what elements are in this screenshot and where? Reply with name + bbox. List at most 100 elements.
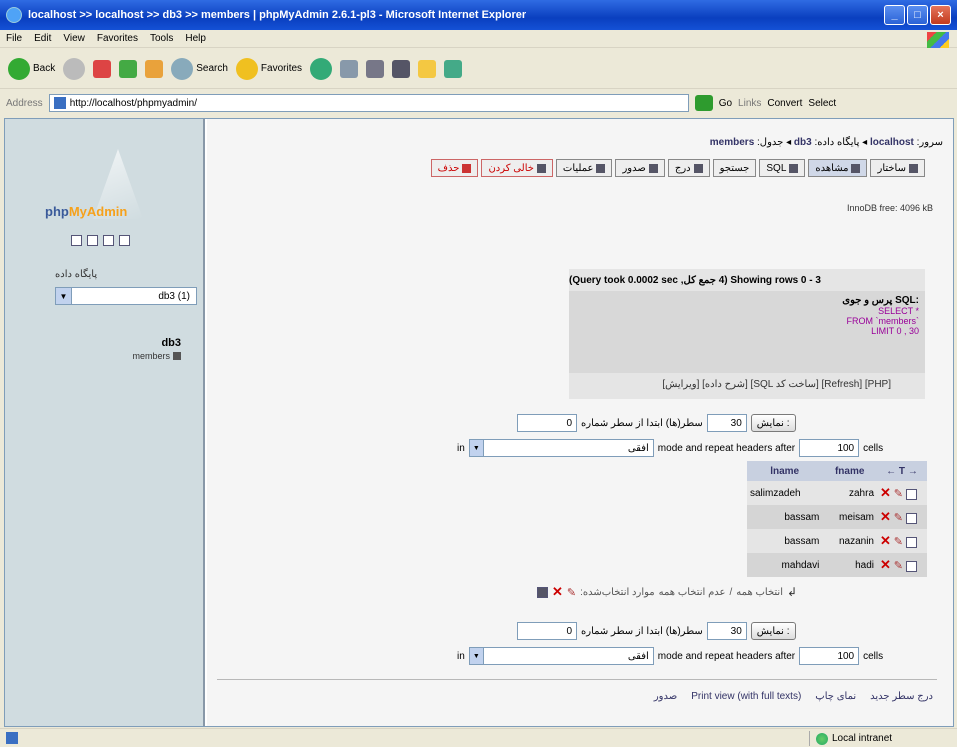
edit-icon[interactable]: ✎ — [894, 512, 903, 524]
breadcrumb-db[interactable]: db3 — [794, 137, 812, 148]
main-frame: سرور: localhost ◂ پایگاه داده: db3 ◂ جدو… — [207, 119, 953, 726]
edit-icon[interactable]: ✎ — [894, 560, 903, 572]
menu-file[interactable]: File — [6, 33, 22, 44]
row-checkbox[interactable] — [905, 560, 917, 572]
check-all-link[interactable]: انتخاب همه — [736, 587, 783, 598]
edit-selected-icon[interactable]: ✎ — [567, 586, 576, 599]
tab-drop[interactable]: حذف — [430, 159, 479, 177]
links-button[interactable]: Links — [738, 98, 761, 109]
menu-help[interactable]: Help — [185, 33, 206, 44]
stop-button[interactable] — [93, 59, 112, 78]
display-mode-select[interactable]: ▼ افقی — [468, 647, 654, 665]
delete-selected-icon[interactable]: ✕ — [552, 584, 563, 600]
top-nav-row1: 0 سطر(ها) ابتدا از سطر شماره 30 نمایش : — [517, 414, 796, 432]
start-row-input[interactable]: 0 — [517, 622, 577, 640]
export-link[interactable]: صدور — [654, 691, 677, 702]
menu-edit[interactable]: Edit — [34, 33, 51, 44]
delete-icon[interactable]: ✕ — [880, 533, 891, 548]
sql-query-icon[interactable] — [87, 235, 98, 246]
repeat-cells-input[interactable]: 100 — [799, 439, 860, 457]
column-header-fname[interactable]: fname — [822, 461, 877, 481]
tab-search[interactable]: جستجو — [712, 159, 757, 177]
table-link[interactable]: members — [132, 351, 181, 361]
refresh-icon[interactable] — [119, 235, 130, 246]
refresh-icon — [119, 59, 138, 78]
edit-button[interactable] — [392, 59, 411, 78]
menu-favorites[interactable]: Favorites — [97, 33, 138, 44]
tab-structure[interactable]: ساختار — [870, 159, 925, 177]
edit-icon[interactable]: ✎ — [894, 536, 903, 548]
column-arrows[interactable]: ← T → — [877, 461, 927, 481]
start-row-input[interactable]: 0 — [517, 414, 577, 432]
convert-button[interactable]: Convert — [767, 98, 802, 109]
address-input[interactable]: http://localhost/phpmyadmin/ — [48, 94, 689, 112]
uncheck-all-link[interactable]: عدم انتخاب همه — [659, 587, 726, 598]
delete-icon[interactable]: ✕ — [880, 509, 891, 524]
print-full-link[interactable]: Print view (with full texts) — [691, 691, 801, 702]
delete-icon[interactable]: ✕ — [880, 557, 891, 572]
tab-export[interactable]: صدور — [615, 159, 665, 177]
repeat-cells-input[interactable]: 100 — [799, 647, 860, 665]
stop-icon — [93, 59, 112, 78]
breadcrumb-table[interactable]: members — [710, 137, 754, 148]
messenger-button[interactable] — [444, 59, 463, 78]
rows-count-input[interactable]: 30 — [706, 622, 747, 640]
mail-icon — [340, 59, 359, 78]
select-button[interactable]: Select — [808, 98, 836, 109]
print-view-link[interactable]: نمای چاپ — [815, 691, 856, 702]
docs-icon[interactable] — [103, 235, 114, 246]
home-button[interactable] — [145, 59, 164, 78]
menu-tools[interactable]: Tools — [150, 33, 173, 44]
minimize-button[interactable]: _ — [884, 5, 905, 25]
folder-button[interactable] — [418, 59, 437, 78]
menu-bar: File Edit View Favorites Tools Help — [0, 30, 957, 48]
menu-view[interactable]: View — [63, 33, 85, 44]
show-button[interactable]: نمایش : — [750, 414, 796, 432]
close-button[interactable]: × — [930, 5, 951, 25]
maximize-button[interactable]: □ — [907, 5, 928, 25]
go-icon[interactable] — [694, 95, 713, 111]
breadcrumb: سرور: localhost ◂ پایگاه داده: db3 ◂ جدو… — [709, 137, 943, 148]
rows-count-input[interactable]: 30 — [706, 414, 747, 432]
sql-query-display: پرس و جوی SQL: SELECT * FROM `members` L… — [569, 291, 925, 373]
browser-toolbar: Back Search Favorites — [0, 49, 957, 89]
database-select[interactable]: ▼ db3 (1) — [55, 287, 197, 305]
cell-lname: salimzadeh — [747, 481, 823, 505]
bottom-nav-row1: 0 سطر(ها) ابتدا از سطر شماره 30 نمایش : — [517, 622, 796, 640]
forward-button[interactable] — [63, 57, 86, 80]
back-button[interactable]: Back — [8, 57, 55, 80]
show-button[interactable]: نمایش : — [750, 622, 796, 640]
home-icon[interactable] — [71, 235, 82, 246]
favorites-button[interactable]: Favorites — [235, 57, 302, 80]
tab-operations[interactable]: عملیات — [555, 159, 613, 177]
print-button[interactable] — [366, 59, 385, 78]
row-checkbox[interactable] — [905, 536, 917, 548]
phpmyadmin-logo[interactable]: phpMyAdmin — [45, 204, 127, 219]
row-checkbox[interactable] — [905, 488, 917, 500]
mail-button[interactable] — [340, 59, 359, 78]
tab-insert[interactable]: درج — [667, 159, 710, 177]
delete-icon[interactable]: ✕ — [880, 485, 891, 500]
insert-icon — [693, 163, 703, 173]
search-button[interactable]: Search — [171, 57, 228, 80]
tab-bar: ساختار مشاهده SQL جستجو درج صدور عملیات … — [430, 159, 925, 177]
query-action-links[interactable]: [ویرایش] [شرح داده] [SQL ساخت کد] [Refre… — [569, 373, 925, 395]
cell-lname: mahdavi — [747, 553, 823, 577]
insert-row-link[interactable]: درج سطر جدید — [870, 691, 933, 702]
table-row: salimzadeh zahra ✕ ✎ — [747, 481, 927, 505]
row-checkbox[interactable] — [905, 512, 917, 524]
column-header-lname[interactable]: lname — [747, 461, 823, 481]
tab-browse[interactable]: مشاهده — [808, 159, 868, 177]
go-button[interactable]: Go — [719, 98, 732, 109]
history-button[interactable] — [310, 57, 333, 80]
display-mode-select[interactable]: ▼ افقی — [468, 439, 654, 457]
export-selected-icon[interactable] — [537, 586, 548, 598]
chevron-down-icon: ▼ — [469, 648, 484, 664]
refresh-button[interactable] — [119, 59, 138, 78]
edit-icon[interactable]: ✎ — [894, 488, 903, 500]
tab-sql[interactable]: SQL — [759, 159, 806, 177]
table-row: bassam nazanin ✕ ✎ — [747, 529, 927, 553]
tab-empty[interactable]: خالی کردن — [481, 159, 553, 177]
breadcrumb-server[interactable]: localhost — [870, 137, 914, 148]
database-name[interactable]: db3 — [161, 337, 181, 349]
